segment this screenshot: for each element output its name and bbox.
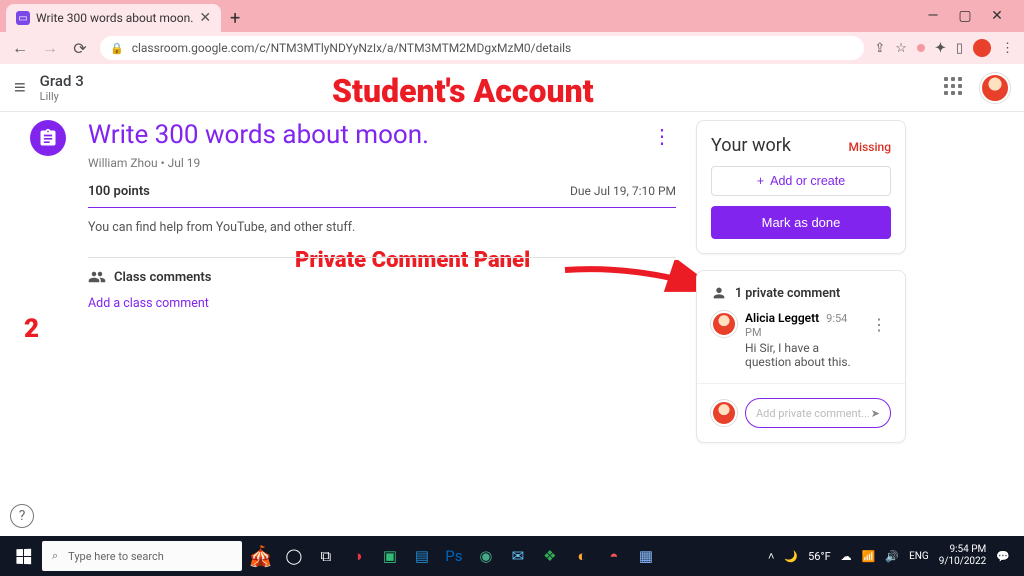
profile-icon[interactable] xyxy=(973,39,991,57)
extension-dot[interactable] xyxy=(917,44,925,52)
share-icon[interactable]: ⇪ xyxy=(874,41,885,56)
notifications-icon[interactable]: 💬 xyxy=(996,550,1010,563)
taskbar-app[interactable]: ◉ xyxy=(471,541,501,571)
help-button[interactable]: ? xyxy=(10,504,34,528)
class-comments-label: Class comments xyxy=(114,270,212,285)
assignment-menu-button[interactable]: ⋮ xyxy=(648,120,676,152)
comment-menu-button[interactable]: ⋮ xyxy=(867,311,891,369)
taskbar-app[interactable]: ❖ xyxy=(535,541,565,571)
comment-avatar xyxy=(711,311,737,337)
search-placeholder: Type here to search xyxy=(68,550,164,563)
assignment-byline: William Zhou • Jul 19 xyxy=(88,156,676,170)
task-view-button[interactable]: ◯ xyxy=(279,541,309,571)
main-menu-button[interactable]: ≡ xyxy=(14,75,26,100)
tab-close-icon[interactable]: ✕ xyxy=(199,10,211,26)
mark-as-done-button[interactable]: Mark as done xyxy=(711,206,891,239)
url-text: classroom.google.com/c/NTM3MTlyNDYyNzIx/… xyxy=(132,41,572,55)
assignment-title: Write 300 words about moon. xyxy=(88,120,429,150)
class-comments-header: Class comments xyxy=(88,268,676,286)
taskbar-widget[interactable]: 🎪 xyxy=(248,544,273,568)
class-section: Lilly xyxy=(40,90,84,103)
tray-chevron-icon[interactable]: ˄ xyxy=(768,550,774,563)
taskbar-clock[interactable]: 9:54 PM 9/10/2022 xyxy=(939,544,987,568)
window-controls: — ▢ ✕ xyxy=(926,8,1018,24)
tab-title: Write 300 words about moon. xyxy=(36,11,193,25)
your-work-panel: Your work Missing + Add or create Mark a… xyxy=(696,120,906,254)
back-button[interactable]: ← xyxy=(10,38,30,58)
system-tray: ˄ 🌙 56°F ☁ 📶 🔊 ENG 9:54 PM 9/10/2022 💬 xyxy=(768,544,1018,568)
account-avatar[interactable] xyxy=(980,73,1010,103)
taskbar-app[interactable]: ◑ xyxy=(343,541,373,571)
language-icon[interactable]: ENG xyxy=(909,551,929,562)
close-window-button[interactable]: ✕ xyxy=(990,8,1004,24)
your-work-status: Missing xyxy=(849,140,891,154)
bookmark-icon[interactable]: ☆ xyxy=(895,41,907,56)
maximize-button[interactable]: ▢ xyxy=(958,8,972,24)
chrome-menu-icon[interactable]: ⋮ xyxy=(1001,41,1014,56)
person-icon xyxy=(711,285,727,301)
minimize-button[interactable]: — xyxy=(926,8,940,24)
add-or-create-button[interactable]: + Add or create xyxy=(711,166,891,196)
assignment-page: Write 300 words about moon. ⋮ William Zh… xyxy=(0,112,1024,536)
comment-body: Hi Sir, I have a question about this. xyxy=(745,341,859,369)
side-panel-icon[interactable]: ▯ xyxy=(956,41,963,56)
class-header[interactable]: Grad 3 Lilly xyxy=(40,72,84,103)
onedrive-icon[interactable]: ☁ xyxy=(841,550,852,563)
people-icon xyxy=(88,268,106,286)
private-comments-panel: 1 private comment Alicia Leggett 9:54 PM… xyxy=(696,270,906,443)
search-icon: ⌕ xyxy=(52,549,58,563)
address-bar[interactable]: 🔒 classroom.google.com/c/NTM3MTlyNDYyNzI… xyxy=(100,36,864,60)
volume-icon[interactable]: 🔊 xyxy=(885,550,899,563)
assignment-description: You can find help from YouTube, and othe… xyxy=(88,220,676,235)
private-comment-placeholder: Add private comment... xyxy=(756,407,870,420)
divider xyxy=(88,257,676,258)
divider xyxy=(88,207,676,208)
browser-tab-strip: ▭ Write 300 words about moon. ✕ + — ▢ ✕ xyxy=(0,0,1024,32)
weather-icon[interactable]: 🌙 xyxy=(784,550,798,563)
forward-button[interactable]: → xyxy=(40,38,60,58)
windows-taskbar: ⌕ Type here to search 🎪 ◯ ⧉ ◑ ▣ ▤ Ps ◉ ✉… xyxy=(0,536,1024,576)
weather-temp[interactable]: 56°F xyxy=(808,550,831,563)
comment-author: Alicia Leggett xyxy=(745,311,819,325)
new-tab-button[interactable]: + xyxy=(221,4,249,32)
lock-icon: 🔒 xyxy=(110,42,124,55)
class-name: Grad 3 xyxy=(40,72,84,90)
add-class-comment-link[interactable]: Add a class comment xyxy=(88,296,209,311)
private-comment: Alicia Leggett 9:54 PM Hi Sir, I have a … xyxy=(711,311,891,369)
reload-button[interactable]: ⟳ xyxy=(70,39,90,58)
network-icon[interactable]: 📶 xyxy=(862,550,876,563)
extension-icons: ⇪ ☆ ✦ ▯ ⋮ xyxy=(874,39,1014,57)
your-work-title: Your work xyxy=(711,135,791,156)
annotation-account-label: Student's Account xyxy=(332,72,594,110)
start-button[interactable] xyxy=(6,539,40,573)
private-comments-header: 1 private comment xyxy=(735,286,840,301)
taskbar-app[interactable]: ▦ xyxy=(631,541,661,571)
assignment-icon xyxy=(30,120,66,156)
send-icon[interactable]: ➤ xyxy=(871,407,880,420)
plus-icon: + xyxy=(757,174,764,188)
tab-favicon: ▭ xyxy=(16,11,30,25)
input-avatar xyxy=(711,400,737,426)
extensions-icon[interactable]: ✦ xyxy=(935,41,946,56)
taskbar-app[interactable]: ✉ xyxy=(503,541,533,571)
taskbar-app[interactable]: ◓ xyxy=(599,541,629,571)
private-comment-input[interactable]: Add private comment... ➤ xyxy=(745,398,891,428)
taskbar-app[interactable]: ⧉ xyxy=(311,541,341,571)
taskbar-search[interactable]: ⌕ Type here to search xyxy=(42,541,242,571)
taskbar-app[interactable]: ▣ xyxy=(375,541,405,571)
taskbar-app[interactable]: ▤ xyxy=(407,541,437,571)
browser-toolbar: ← → ⟳ 🔒 classroom.google.com/c/NTM3MTlyN… xyxy=(0,32,1024,64)
points-label: 100 points xyxy=(88,184,150,199)
google-apps-button[interactable] xyxy=(944,77,966,99)
browser-tab[interactable]: ▭ Write 300 words about moon. ✕ xyxy=(6,4,221,32)
taskbar-app[interactable]: ◐ xyxy=(567,541,597,571)
due-label: Due Jul 19, 7:10 PM xyxy=(570,184,676,199)
taskbar-app[interactable]: Ps xyxy=(439,541,469,571)
